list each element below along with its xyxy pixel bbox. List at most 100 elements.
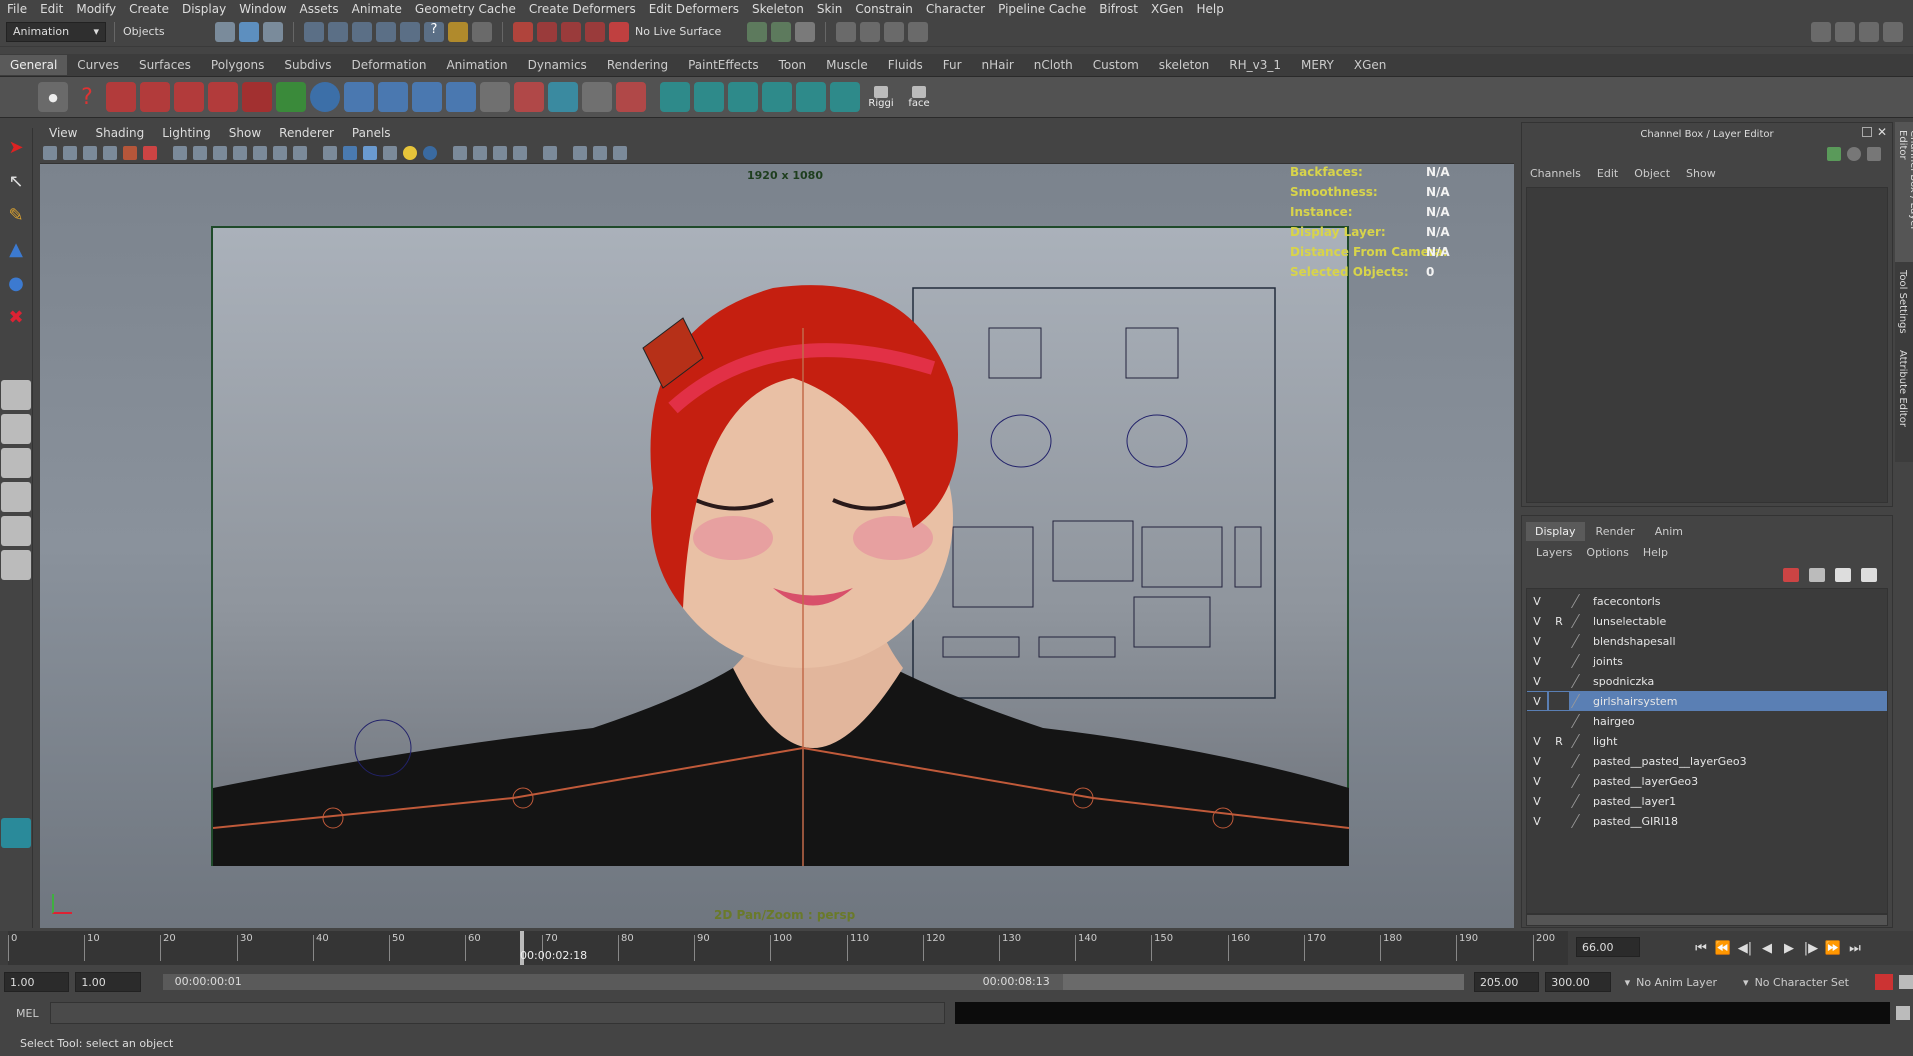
channel-menu-show[interactable]: Show [1686,167,1716,180]
shelf-mesh5-icon[interactable] [796,82,826,112]
resolution-gate-icon[interactable] [213,145,227,160]
playback-start-field[interactable]: 1.00 [75,972,141,992]
channel-menu-edit[interactable]: Edit [1597,167,1618,180]
lock-icon[interactable] [448,21,468,42]
new-layer-selected-icon[interactable] [1861,568,1877,582]
live-surface-label[interactable]: No Live Surface [635,25,745,38]
objects-label[interactable]: Objects [123,25,213,38]
shelf-tab-fur[interactable]: Fur [933,55,972,75]
channel-box-icon[interactable] [1827,147,1841,161]
panel-menu-renderer[interactable]: Renderer [270,126,343,140]
menu-file[interactable]: File [0,2,33,16]
shelf-film-reel-icon[interactable]: ● [38,82,68,112]
select-camera-icon[interactable] [43,145,57,160]
shelf-deform4-icon[interactable] [208,82,238,112]
menu-character[interactable]: Character [919,2,991,16]
xray-icon[interactable] [453,145,467,160]
ipr-render-icon[interactable] [771,21,791,42]
go-to-start-icon[interactable]: ⏮ [1690,937,1712,959]
layer-visibility-toggle[interactable]: V [1527,772,1547,790]
toggle-sidebar-icon[interactable] [1811,21,1831,42]
layer-display-type-toggle[interactable] [1549,772,1569,790]
menu-window[interactable]: Window [232,2,292,16]
layer-row[interactable]: Vgirlshairsystem [1527,691,1887,711]
shelf-tab-custom[interactable]: Custom [1083,55,1149,75]
rotate-icon[interactable] [860,21,880,42]
layout-four-icon[interactable] [1,414,31,444]
layer-display-type-toggle[interactable] [1549,792,1569,810]
shelf-tab-rendering[interactable]: Rendering [597,55,678,75]
menu-skeleton[interactable]: Skeleton [745,2,810,16]
layout-outliner-icon[interactable] [1,448,31,478]
gate-mask-icon[interactable] [233,145,247,160]
shelf-joint-icon[interactable] [344,82,374,112]
shelf-tab-polygons[interactable]: Polygons [201,55,274,75]
layer-row[interactable]: Vpasted__layer1 [1527,791,1887,811]
menu-bifrost[interactable]: Bifrost [1092,2,1144,16]
shelf-mesh2-icon[interactable] [694,82,724,112]
float-icon[interactable] [1862,127,1872,137]
snap-grid-icon[interactable] [304,21,324,42]
layer-scrollbar[interactable] [1526,914,1888,926]
move-layer-down-icon[interactable] [1809,568,1825,582]
range-bar[interactable]: 00:00:00:01 00:00:08:13 [162,974,1464,990]
construction-history-icon[interactable] [472,21,492,42]
layout-graph-icon[interactable] [1,482,31,512]
playback-end-field[interactable]: 205.00 [1473,972,1540,992]
quick-rename-icon[interactable] [908,21,928,42]
point-snap-icon[interactable] [585,21,605,42]
panel-menu-view[interactable]: View [40,126,86,140]
layer-display-type-toggle[interactable] [1549,712,1569,730]
auto-key-icon[interactable] [1875,974,1894,990]
layer-display-type-toggle[interactable] [1549,632,1569,650]
time-ruler[interactable]: 0 10 20 30 40 50 60 70 80 90 100 110 120 130 140 150 160… [8,931,1568,965]
depth-of-field-icon[interactable] [593,145,607,160]
shelf-grid-icon[interactable] [582,82,612,112]
2d-pan-zoom-icon[interactable] [123,145,137,160]
play-backwards-icon[interactable]: ◀ [1756,937,1778,959]
layer-visibility-toggle[interactable]: V [1527,672,1547,690]
shelf-script-icon[interactable] [480,82,510,112]
layer-color-icon[interactable] [1570,614,1594,628]
play-forwards-icon[interactable]: ▶ [1778,937,1800,959]
camera-attributes-icon[interactable] [63,145,77,160]
menu-assets[interactable]: Assets [293,2,345,16]
shelf-mesh-icon[interactable] [660,82,690,112]
start-time-field[interactable]: 1.00 [4,972,70,992]
layer-visibility-toggle[interactable]: V [1527,752,1547,770]
layer-display-type-toggle[interactable] [1549,652,1569,670]
layer-display-type-toggle[interactable]: R [1549,612,1569,630]
shelf-tab-painteffects[interactable]: PaintEffects [678,55,768,75]
shelf-joint3-icon[interactable] [412,82,442,112]
shelf-tab-xgen[interactable]: XGen [1344,55,1397,75]
layer-visibility-toggle[interactable]: V [1527,612,1547,630]
layer-color-icon[interactable] [1570,714,1594,728]
layer-row[interactable]: V Rlunselectable [1527,611,1887,631]
menu-xgen[interactable]: XGen [1144,2,1190,16]
layout-persp-icon[interactable] [1,516,31,546]
tool-settings-icon[interactable] [1867,147,1881,161]
toggle-channel-box-icon[interactable] [1883,21,1903,42]
layer-row[interactable]: Vpasted__GIRl18 [1527,811,1887,831]
layer-tab-anim[interactable]: Anim [1646,522,1692,541]
move-tool-icon[interactable]: ▲ [1,234,31,264]
menu-modify[interactable]: Modify [69,2,122,16]
shelf-tab-general[interactable]: General [0,55,68,75]
ambient-occlusion-icon[interactable] [513,145,527,160]
layer-color-icon[interactable] [1570,694,1594,708]
side-tab-attribute-editor[interactable]: Attribute Editor [1895,342,1910,442]
snap-surface-icon[interactable] [400,21,420,42]
layer-display-type-toggle[interactable] [1549,752,1569,770]
shelf-curve-icon[interactable] [242,82,272,112]
layer-visibility-toggle[interactable]: V [1527,632,1547,650]
magnet-icon[interactable] [513,21,533,42]
shelf-brush-icon[interactable] [616,82,646,112]
panel-menu-show[interactable]: Show [220,126,270,140]
preferences-icon[interactable] [1899,975,1913,989]
safe-action-icon[interactable] [273,145,287,160]
go-to-end-icon[interactable]: ⏭ [1844,937,1866,959]
live-surface-icon[interactable] [609,21,629,42]
shelf-paint-icon[interactable] [514,82,544,112]
layout-hypershade-icon[interactable] [1,550,31,580]
layer-visibility-toggle[interactable]: V [1527,732,1547,750]
